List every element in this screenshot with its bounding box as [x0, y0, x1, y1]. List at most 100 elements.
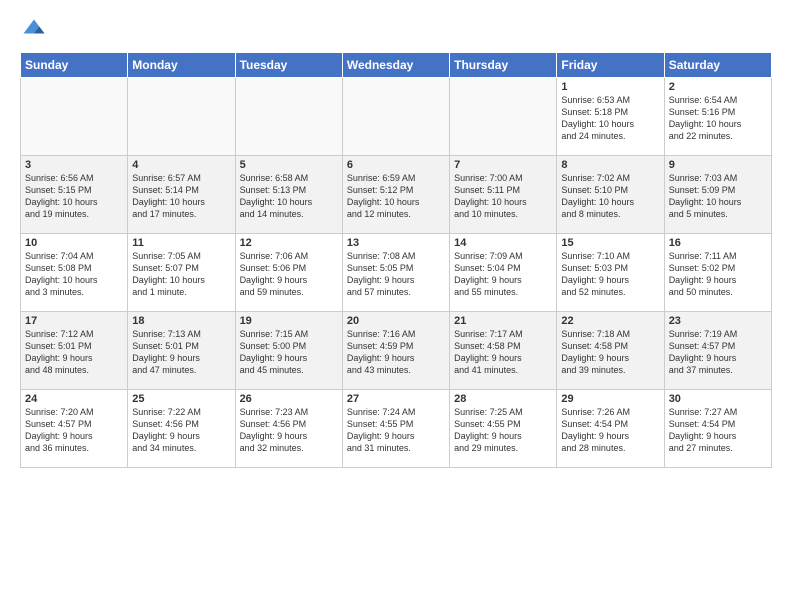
day-info: Sunrise: 7:18 AM Sunset: 4:58 PM Dayligh…	[561, 328, 659, 377]
day-info: Sunrise: 7:03 AM Sunset: 5:09 PM Dayligh…	[669, 172, 767, 221]
calendar-cell: 8Sunrise: 7:02 AM Sunset: 5:10 PM Daylig…	[557, 156, 664, 234]
day-info: Sunrise: 7:04 AM Sunset: 5:08 PM Dayligh…	[25, 250, 123, 299]
calendar-cell: 3Sunrise: 6:56 AM Sunset: 5:15 PM Daylig…	[21, 156, 128, 234]
day-info: Sunrise: 7:15 AM Sunset: 5:00 PM Dayligh…	[240, 328, 338, 377]
calendar-cell	[128, 78, 235, 156]
page: SundayMondayTuesdayWednesdayThursdayFrid…	[0, 0, 792, 612]
calendar-cell: 17Sunrise: 7:12 AM Sunset: 5:01 PM Dayli…	[21, 312, 128, 390]
calendar-cell: 4Sunrise: 6:57 AM Sunset: 5:14 PM Daylig…	[128, 156, 235, 234]
day-number: 15	[561, 237, 659, 249]
calendar-cell: 10Sunrise: 7:04 AM Sunset: 5:08 PM Dayli…	[21, 234, 128, 312]
day-number: 7	[454, 159, 552, 171]
day-number: 22	[561, 315, 659, 327]
day-number: 20	[347, 315, 445, 327]
day-info: Sunrise: 7:24 AM Sunset: 4:55 PM Dayligh…	[347, 406, 445, 455]
calendar-day-header: Sunday	[21, 53, 128, 78]
calendar-cell: 29Sunrise: 7:26 AM Sunset: 4:54 PM Dayli…	[557, 390, 664, 468]
day-info: Sunrise: 7:10 AM Sunset: 5:03 PM Dayligh…	[561, 250, 659, 299]
day-number: 21	[454, 315, 552, 327]
calendar-cell: 6Sunrise: 6:59 AM Sunset: 5:12 PM Daylig…	[342, 156, 449, 234]
day-info: Sunrise: 7:27 AM Sunset: 4:54 PM Dayligh…	[669, 406, 767, 455]
day-number: 9	[669, 159, 767, 171]
day-info: Sunrise: 7:09 AM Sunset: 5:04 PM Dayligh…	[454, 250, 552, 299]
day-info: Sunrise: 7:16 AM Sunset: 4:59 PM Dayligh…	[347, 328, 445, 377]
day-number: 23	[669, 315, 767, 327]
day-info: Sunrise: 7:22 AM Sunset: 4:56 PM Dayligh…	[132, 406, 230, 455]
day-number: 27	[347, 393, 445, 405]
day-info: Sunrise: 6:54 AM Sunset: 5:16 PM Dayligh…	[669, 94, 767, 143]
day-info: Sunrise: 7:05 AM Sunset: 5:07 PM Dayligh…	[132, 250, 230, 299]
calendar-cell: 20Sunrise: 7:16 AM Sunset: 4:59 PM Dayli…	[342, 312, 449, 390]
day-number: 3	[25, 159, 123, 171]
day-info: Sunrise: 7:08 AM Sunset: 5:05 PM Dayligh…	[347, 250, 445, 299]
day-info: Sunrise: 6:57 AM Sunset: 5:14 PM Dayligh…	[132, 172, 230, 221]
calendar-day-header: Thursday	[450, 53, 557, 78]
day-number: 14	[454, 237, 552, 249]
day-number: 25	[132, 393, 230, 405]
logo-icon	[20, 16, 48, 44]
day-number: 4	[132, 159, 230, 171]
day-info: Sunrise: 7:13 AM Sunset: 5:01 PM Dayligh…	[132, 328, 230, 377]
calendar-cell	[235, 78, 342, 156]
calendar-cell: 16Sunrise: 7:11 AM Sunset: 5:02 PM Dayli…	[664, 234, 771, 312]
day-info: Sunrise: 7:23 AM Sunset: 4:56 PM Dayligh…	[240, 406, 338, 455]
header	[20, 16, 772, 44]
day-number: 24	[25, 393, 123, 405]
calendar-cell	[450, 78, 557, 156]
day-info: Sunrise: 7:00 AM Sunset: 5:11 PM Dayligh…	[454, 172, 552, 221]
day-number: 6	[347, 159, 445, 171]
calendar-cell: 15Sunrise: 7:10 AM Sunset: 5:03 PM Dayli…	[557, 234, 664, 312]
calendar-day-header: Tuesday	[235, 53, 342, 78]
calendar-cell: 28Sunrise: 7:25 AM Sunset: 4:55 PM Dayli…	[450, 390, 557, 468]
calendar-header-row: SundayMondayTuesdayWednesdayThursdayFrid…	[21, 53, 772, 78]
day-info: Sunrise: 7:25 AM Sunset: 4:55 PM Dayligh…	[454, 406, 552, 455]
day-info: Sunrise: 6:56 AM Sunset: 5:15 PM Dayligh…	[25, 172, 123, 221]
calendar-cell	[342, 78, 449, 156]
calendar-cell: 30Sunrise: 7:27 AM Sunset: 4:54 PM Dayli…	[664, 390, 771, 468]
day-number: 2	[669, 81, 767, 93]
calendar-cell: 21Sunrise: 7:17 AM Sunset: 4:58 PM Dayli…	[450, 312, 557, 390]
calendar-cell	[21, 78, 128, 156]
calendar-day-header: Friday	[557, 53, 664, 78]
calendar-cell: 27Sunrise: 7:24 AM Sunset: 4:55 PM Dayli…	[342, 390, 449, 468]
calendar-cell: 22Sunrise: 7:18 AM Sunset: 4:58 PM Dayli…	[557, 312, 664, 390]
day-number: 26	[240, 393, 338, 405]
day-number: 12	[240, 237, 338, 249]
day-number: 28	[454, 393, 552, 405]
day-info: Sunrise: 7:06 AM Sunset: 5:06 PM Dayligh…	[240, 250, 338, 299]
calendar-cell: 18Sunrise: 7:13 AM Sunset: 5:01 PM Dayli…	[128, 312, 235, 390]
day-number: 5	[240, 159, 338, 171]
calendar-week-row: 10Sunrise: 7:04 AM Sunset: 5:08 PM Dayli…	[21, 234, 772, 312]
day-info: Sunrise: 7:02 AM Sunset: 5:10 PM Dayligh…	[561, 172, 659, 221]
day-number: 1	[561, 81, 659, 93]
calendar-cell: 11Sunrise: 7:05 AM Sunset: 5:07 PM Dayli…	[128, 234, 235, 312]
calendar-cell: 13Sunrise: 7:08 AM Sunset: 5:05 PM Dayli…	[342, 234, 449, 312]
day-number: 11	[132, 237, 230, 249]
day-info: Sunrise: 7:26 AM Sunset: 4:54 PM Dayligh…	[561, 406, 659, 455]
day-info: Sunrise: 6:53 AM Sunset: 5:18 PM Dayligh…	[561, 94, 659, 143]
calendar-week-row: 17Sunrise: 7:12 AM Sunset: 5:01 PM Dayli…	[21, 312, 772, 390]
calendar-week-row: 1Sunrise: 6:53 AM Sunset: 5:18 PM Daylig…	[21, 78, 772, 156]
calendar-cell: 7Sunrise: 7:00 AM Sunset: 5:11 PM Daylig…	[450, 156, 557, 234]
day-info: Sunrise: 7:19 AM Sunset: 4:57 PM Dayligh…	[669, 328, 767, 377]
day-info: Sunrise: 6:59 AM Sunset: 5:12 PM Dayligh…	[347, 172, 445, 221]
calendar-cell: 2Sunrise: 6:54 AM Sunset: 5:16 PM Daylig…	[664, 78, 771, 156]
calendar-cell: 25Sunrise: 7:22 AM Sunset: 4:56 PM Dayli…	[128, 390, 235, 468]
calendar-cell: 14Sunrise: 7:09 AM Sunset: 5:04 PM Dayli…	[450, 234, 557, 312]
calendar-cell: 19Sunrise: 7:15 AM Sunset: 5:00 PM Dayli…	[235, 312, 342, 390]
day-number: 8	[561, 159, 659, 171]
calendar-week-row: 3Sunrise: 6:56 AM Sunset: 5:15 PM Daylig…	[21, 156, 772, 234]
logo	[20, 16, 52, 44]
calendar-cell: 24Sunrise: 7:20 AM Sunset: 4:57 PM Dayli…	[21, 390, 128, 468]
day-info: Sunrise: 7:20 AM Sunset: 4:57 PM Dayligh…	[25, 406, 123, 455]
day-number: 30	[669, 393, 767, 405]
day-info: Sunrise: 7:17 AM Sunset: 4:58 PM Dayligh…	[454, 328, 552, 377]
day-info: Sunrise: 7:11 AM Sunset: 5:02 PM Dayligh…	[669, 250, 767, 299]
calendar-cell: 9Sunrise: 7:03 AM Sunset: 5:09 PM Daylig…	[664, 156, 771, 234]
day-number: 18	[132, 315, 230, 327]
calendar-day-header: Monday	[128, 53, 235, 78]
calendar: SundayMondayTuesdayWednesdayThursdayFrid…	[20, 52, 772, 468]
day-number: 13	[347, 237, 445, 249]
day-number: 17	[25, 315, 123, 327]
calendar-cell: 5Sunrise: 6:58 AM Sunset: 5:13 PM Daylig…	[235, 156, 342, 234]
